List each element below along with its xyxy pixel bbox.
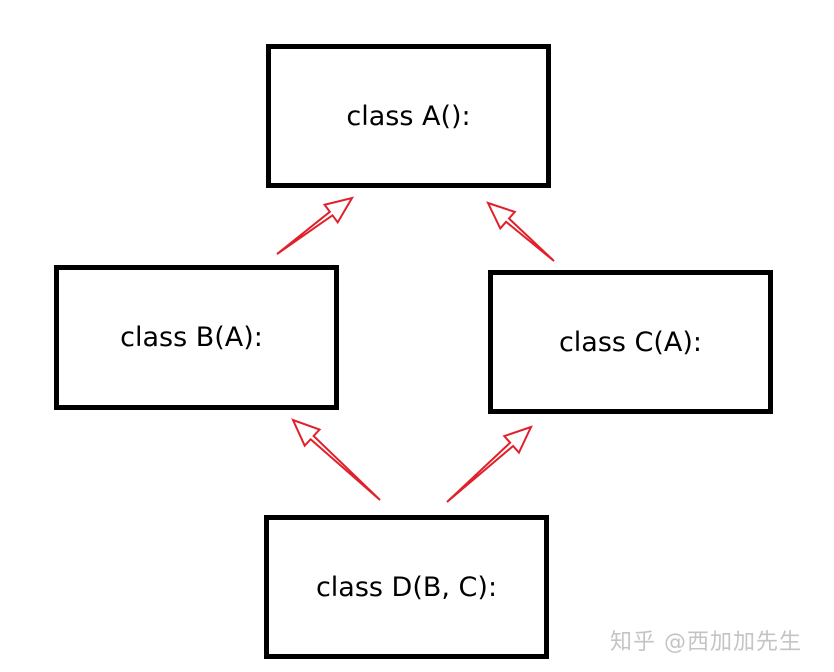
watermark: 知乎 @西加加先生 (610, 630, 802, 655)
arrow-d-to-b (291, 418, 381, 501)
class-d-label: class D(B, C): (315, 571, 498, 603)
class-d-box: class D(B, C): (264, 515, 549, 659)
class-c-label: class C(A): (558, 326, 703, 358)
class-b-label: class B(A): (120, 322, 263, 353)
class-b-box: class B(A): (54, 265, 339, 410)
arrow-c-to-a (486, 201, 555, 262)
class-a-box: class A(): (266, 44, 551, 188)
arrow-d-to-c (446, 425, 533, 503)
class-a-label: class A(): (346, 100, 471, 132)
arrow-b-to-a (276, 196, 355, 255)
class-c-box: class C(A): (488, 270, 773, 414)
